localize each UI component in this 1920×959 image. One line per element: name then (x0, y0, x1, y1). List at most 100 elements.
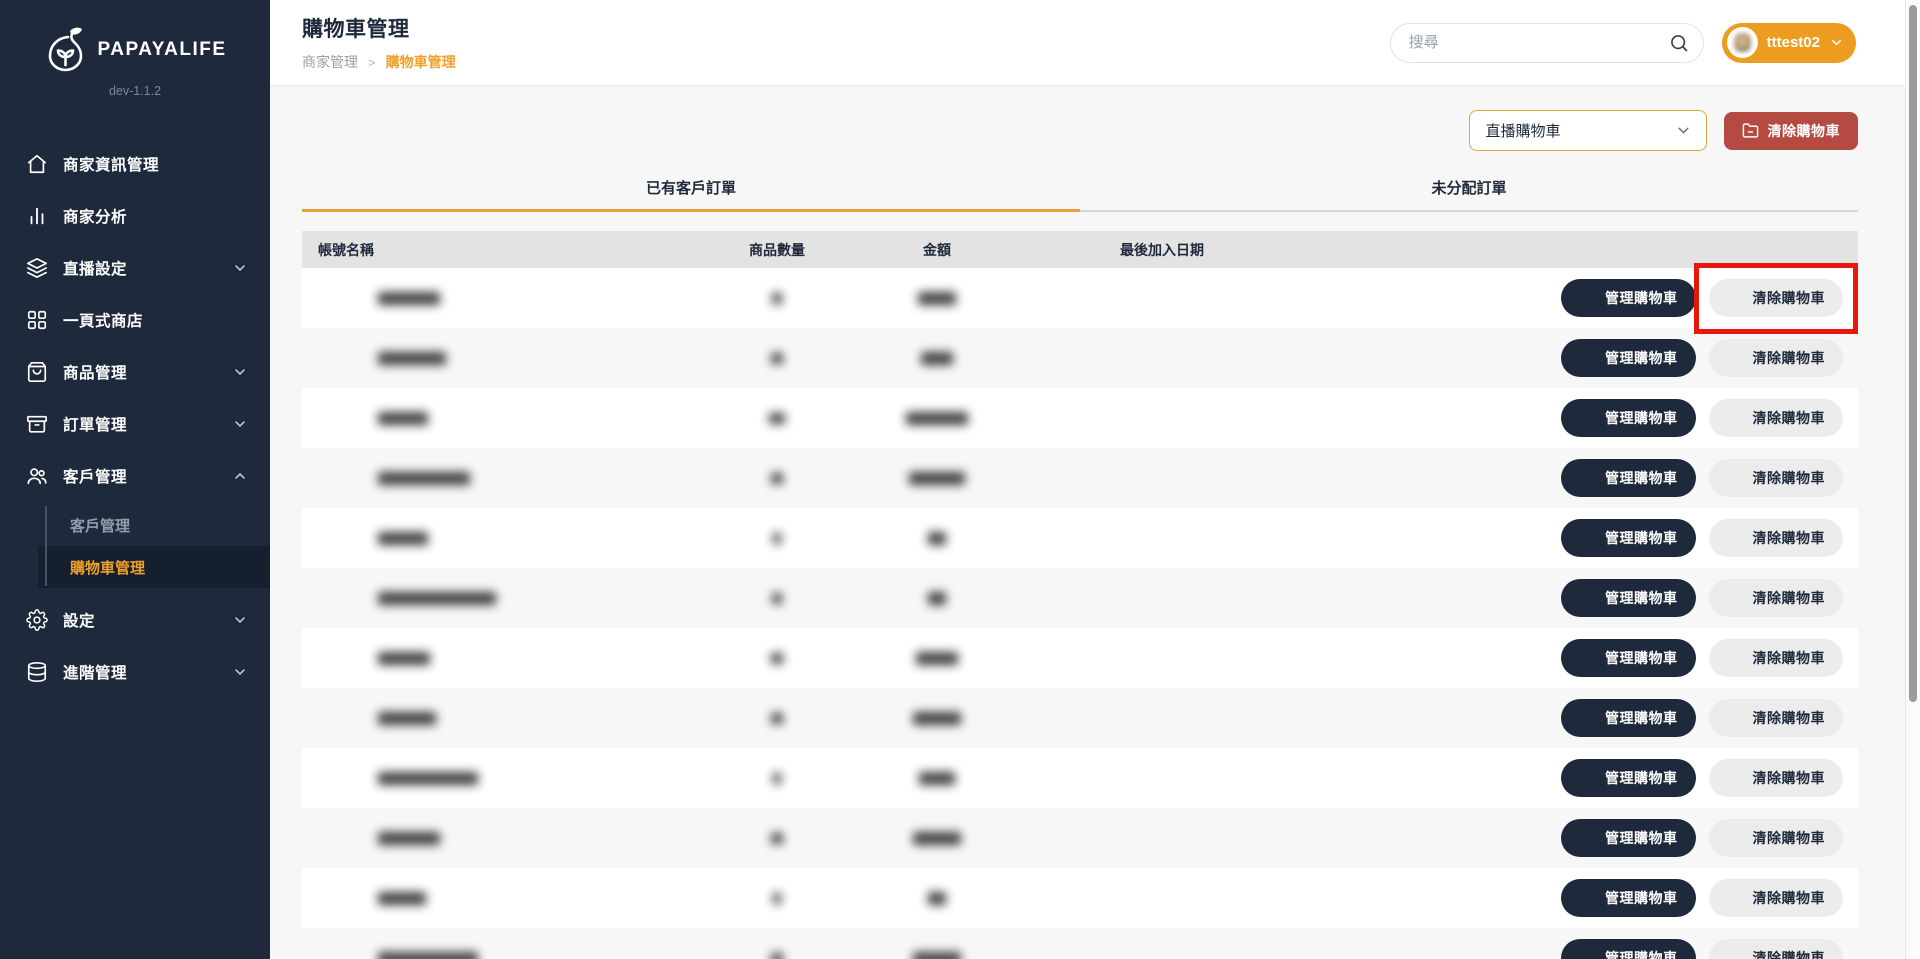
table-row: 管理購物車 清除購物車 (302, 748, 1858, 808)
manage-cart-button[interactable]: 管理購物車 (1561, 579, 1696, 617)
redacted-amount (928, 532, 946, 545)
redacted-quantity (769, 413, 785, 424)
table-row: 管理購物車 清除購物車 (302, 808, 1858, 868)
redacted-account-name (378, 892, 426, 905)
clear-all-carts-button[interactable]: 清除購物車 (1724, 112, 1859, 150)
bar-chart-icon (26, 205, 48, 227)
shopping-cart-icon (1579, 770, 1596, 787)
sidebar-subitem-客戶管理[interactable]: 客戶管理 (38, 504, 270, 546)
tab-existing-customer-orders[interactable]: 已有客戶訂單 (302, 177, 1080, 212)
clear-cart-button[interactable]: 清除購物車 (1709, 639, 1844, 677)
redacted-account-name (378, 412, 428, 425)
scrollbar-thumb[interactable] (1909, 5, 1917, 702)
cart-type-select[interactable]: 直播購物車 (1469, 110, 1707, 151)
clear-cart-button[interactable]: 清除購物車 (1709, 339, 1844, 377)
avatar (318, 700, 354, 736)
trash-icon (1727, 410, 1744, 427)
logo-block: PAPAYALIFE dev-1.1.2 (0, 0, 270, 98)
carts-table: 帳號名稱 商品數量 金額 最後加入日期 管理購物車 清除購物車 (302, 231, 1858, 959)
content: 直播購物車 清除購物車 已有客戶訂單 未分配訂單 帳號名稱 商品數量 金額 最後… (270, 86, 1920, 959)
redacted-quantity (771, 713, 783, 724)
tab-unassigned-orders[interactable]: 未分配訂單 (1080, 177, 1858, 212)
trash-icon (1727, 770, 1744, 787)
cell-actions: 管理購物車 清除購物車 (1442, 759, 1858, 797)
cell-account (302, 280, 722, 316)
shopping-cart-icon (1579, 890, 1596, 907)
search-input[interactable] (1409, 34, 1669, 51)
topbar: 購物車管理 商家管理 > 購物車管理 tttest02 (270, 0, 1920, 86)
redacted-amount (913, 952, 961, 959)
redacted-account-name (378, 292, 440, 305)
cell-amount (832, 832, 1042, 845)
clear-cart-button[interactable]: 清除購物車 (1709, 939, 1844, 959)
manage-cart-button[interactable]: 管理購物車 (1561, 399, 1696, 437)
redacted-account-name (378, 712, 436, 725)
cell-actions: 管理購物車 清除購物車 (1442, 939, 1858, 959)
clear-cart-button[interactable]: 清除購物車 (1709, 759, 1844, 797)
sidebar-item-商家資訊管理[interactable]: 商家資訊管理 (0, 138, 270, 190)
clear-cart-button[interactable]: 清除購物車 (1709, 399, 1844, 437)
redacted-account-name (378, 832, 440, 845)
shopping-cart-icon (1579, 830, 1596, 847)
manage-cart-button[interactable]: 管理購物車 (1561, 879, 1696, 917)
redacted-quantity (773, 533, 781, 544)
table-row: 管理購物車 清除購物車 (302, 628, 1858, 688)
cell-quantity (722, 773, 832, 784)
clear-cart-button[interactable]: 清除購物車 (1709, 459, 1844, 497)
manage-cart-button[interactable]: 管理購物車 (1561, 939, 1696, 959)
chevron-down-icon (232, 664, 248, 680)
manage-cart-button[interactable]: 管理購物車 (1561, 519, 1696, 557)
table-row: 管理購物車 清除購物車 (302, 568, 1858, 628)
cell-actions: 管理購物車 清除購物車 (1442, 519, 1858, 557)
app-root: PAPAYALIFE dev-1.1.2 商家資訊管理 商家分析 直播設定 (0, 0, 1920, 959)
search-icon[interactable] (1669, 33, 1689, 53)
manage-cart-button[interactable]: 管理購物車 (1561, 639, 1696, 677)
manage-cart-button[interactable]: 管理購物車 (1561, 279, 1696, 317)
breadcrumb-root[interactable]: 商家管理 (302, 52, 358, 72)
avatar (318, 580, 354, 616)
grid-icon (26, 309, 48, 331)
redacted-account-name (378, 652, 430, 665)
sidebar-item-商品管理[interactable]: 商品管理 (0, 346, 270, 398)
sidebar-nav: 商家資訊管理 商家分析 直播設定 一頁式商店 商品管理 (0, 138, 270, 698)
trash-icon (1727, 530, 1744, 547)
user-menu-button[interactable]: tttest02 (1722, 23, 1856, 63)
cell-quantity (722, 653, 832, 664)
vertical-scrollbar[interactable] (1905, 0, 1920, 959)
avatar (318, 940, 354, 959)
sidebar-subitem-購物車管理[interactable]: 購物車管理 (38, 546, 270, 588)
manage-cart-button[interactable]: 管理購物車 (1561, 459, 1696, 497)
sidebar-item-進階管理[interactable]: 進階管理 (0, 646, 270, 698)
manage-cart-button[interactable]: 管理購物車 (1561, 699, 1696, 737)
cell-actions: 管理購物車 清除購物車 (1442, 639, 1858, 677)
clear-cart-button[interactable]: 清除購物車 (1709, 279, 1844, 317)
redacted-quantity (771, 473, 783, 484)
avatar (318, 400, 354, 436)
cart-type-select-value: 直播購物車 (1486, 120, 1675, 141)
shopping-cart-icon (1579, 590, 1596, 607)
search-bar[interactable] (1390, 23, 1704, 63)
sidebar-item-直播設定[interactable]: 直播設定 (0, 242, 270, 294)
manage-cart-button[interactable]: 管理購物車 (1561, 339, 1696, 377)
clear-cart-button[interactable]: 清除購物車 (1709, 699, 1844, 737)
shopping-cart-icon (1579, 470, 1596, 487)
sidebar-item-一頁式商店[interactable]: 一頁式商店 (0, 294, 270, 346)
breadcrumb-current: 購物車管理 (386, 52, 456, 72)
table-row: 管理購物車 清除購物車 (302, 928, 1858, 959)
manage-cart-button[interactable]: 管理購物車 (1561, 819, 1696, 857)
cart-toolbar: 直播購物車 清除購物車 (302, 110, 1858, 151)
clear-cart-button[interactable]: 清除購物車 (1709, 819, 1844, 857)
sidebar-item-商家分析[interactable]: 商家分析 (0, 190, 270, 242)
sidebar-item-客戶管理[interactable]: 客戶管理 (0, 450, 270, 502)
manage-cart-button[interactable]: 管理購物車 (1561, 759, 1696, 797)
clear-cart-button[interactable]: 清除購物車 (1709, 579, 1844, 617)
cell-actions: 管理購物車 清除購物車 (1442, 879, 1858, 917)
redacted-amount (918, 292, 956, 305)
cell-actions: 管理購物車 清除購物車 (1442, 699, 1858, 737)
clear-cart-button[interactable]: 清除購物車 (1709, 519, 1844, 557)
sidebar-item-訂單管理[interactable]: 訂單管理 (0, 398, 270, 450)
table-row: 管理購物車 清除購物車 (302, 388, 1858, 448)
redacted-account-name (378, 592, 496, 605)
sidebar-item-設定[interactable]: 設定 (0, 594, 270, 646)
clear-cart-button[interactable]: 清除購物車 (1709, 879, 1844, 917)
